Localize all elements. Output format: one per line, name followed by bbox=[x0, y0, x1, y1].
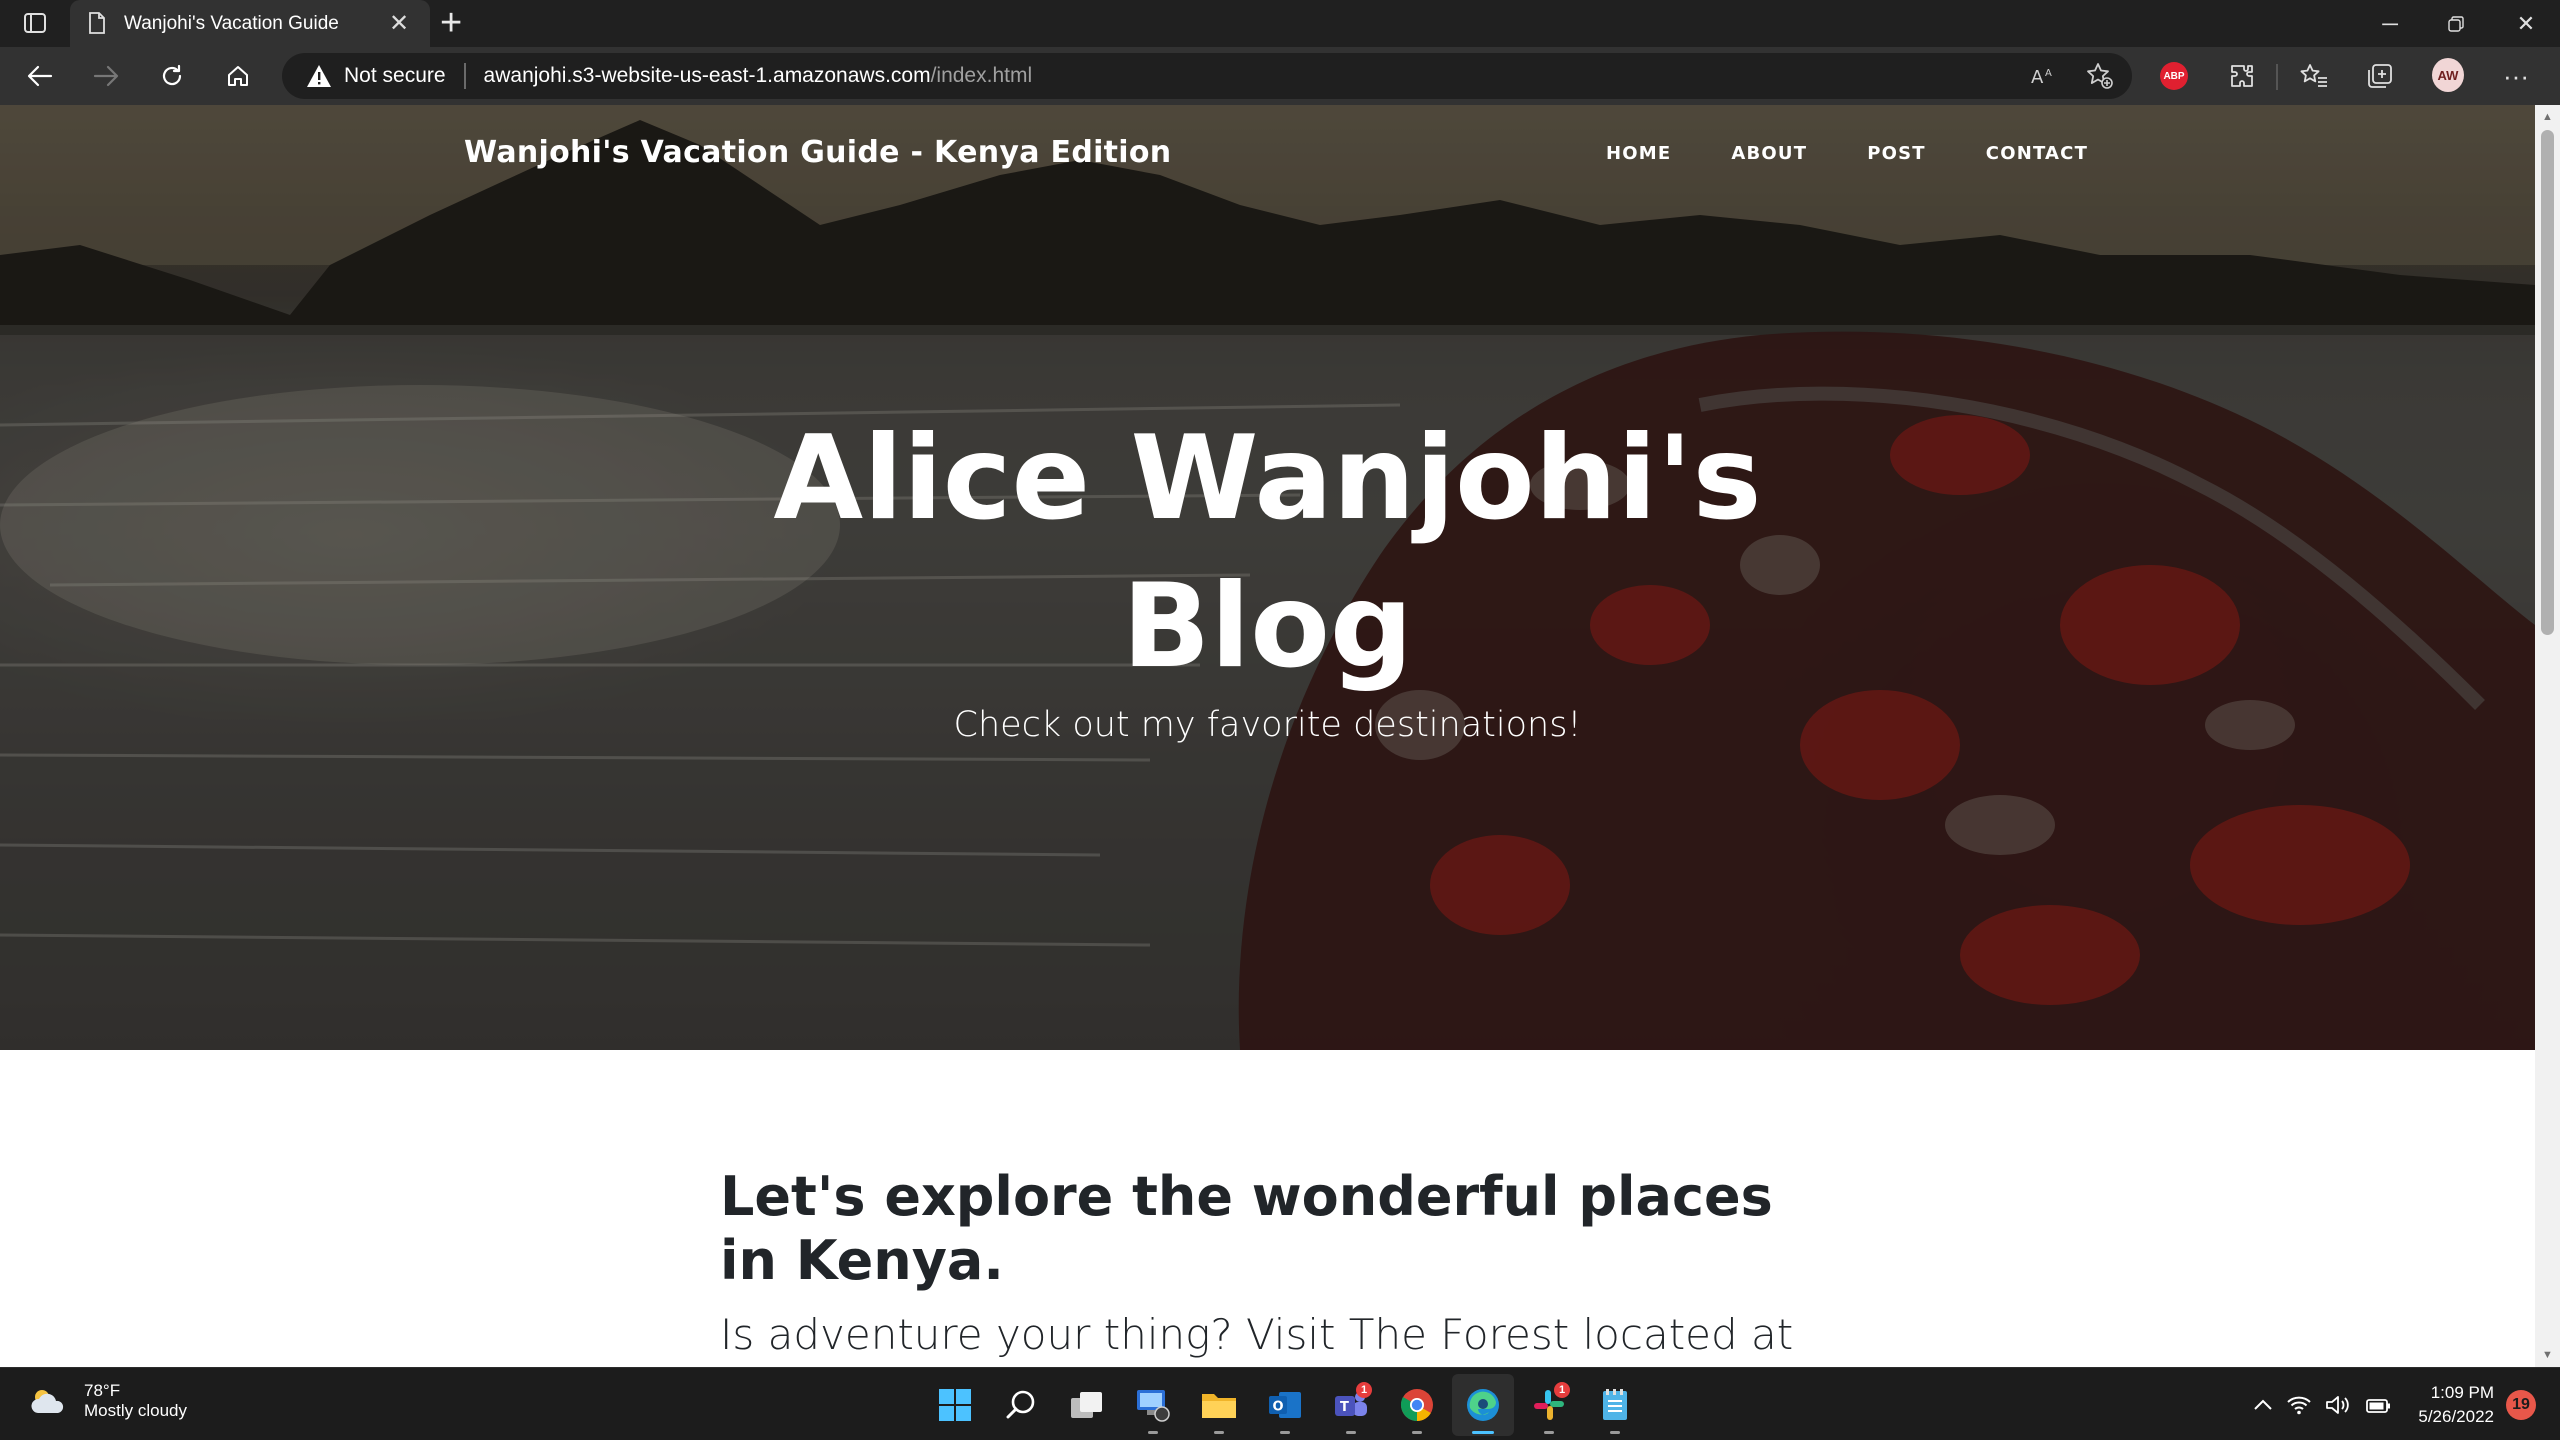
windows-taskbar: 78°F Mostly cloudy O T 1 1 1:09 PM 5/26/… bbox=[0, 1367, 2560, 1440]
tab-title: Wanjohi's Vacation Guide bbox=[124, 12, 339, 34]
post-heading[interactable]: Let's explore the wonderful places in Ke… bbox=[720, 1165, 1820, 1293]
collections-icon[interactable] bbox=[2364, 60, 2396, 92]
minimize-icon[interactable]: ─ bbox=[2360, 4, 2420, 44]
site-brand[interactable]: Wanjohi's Vacation Guide - Kenya Edition bbox=[464, 135, 1171, 170]
warning-icon[interactable] bbox=[306, 64, 332, 88]
volume-icon[interactable] bbox=[2325, 1395, 2351, 1415]
scroll-down-icon[interactable]: ▼ bbox=[2535, 1345, 2560, 1365]
chevron-up-icon[interactable] bbox=[2253, 1398, 2273, 1412]
nav-home[interactable]: HOME bbox=[1606, 143, 1671, 164]
svg-text:A: A bbox=[2045, 68, 2052, 79]
weather-desc: Mostly cloudy bbox=[84, 1401, 187, 1420]
profile-avatar[interactable]: AW bbox=[2432, 58, 2464, 92]
hero-title-line-2: Blog bbox=[1122, 559, 1413, 694]
browser-tab[interactable]: Wanjohi's Vacation Guide ✕ bbox=[70, 0, 430, 47]
add-favorite-icon[interactable] bbox=[2086, 62, 2114, 90]
chrome-icon[interactable] bbox=[1386, 1374, 1448, 1436]
favorites-icon[interactable] bbox=[2298, 60, 2330, 92]
edge-icon[interactable] bbox=[1452, 1373, 1514, 1436]
notification-count-badge[interactable]: 19 bbox=[2506, 1389, 2536, 1420]
system-tray: 1:09 PM 5/26/2022 19 bbox=[2246, 1368, 2536, 1441]
more-options-icon[interactable]: ··· bbox=[2500, 60, 2532, 92]
nav-about[interactable]: ABOUT bbox=[1731, 143, 1807, 164]
clock[interactable]: 1:09 PM 5/26/2022 bbox=[2418, 1381, 2494, 1429]
scrollbar-thumb[interactable] bbox=[2541, 130, 2554, 635]
battery-icon[interactable] bbox=[2365, 1395, 2393, 1415]
post-text: Is adventure your thing? Visit The Fores… bbox=[720, 1310, 1794, 1359]
url-host: awanjohi.s3-website-us-east-1.amazonaws.… bbox=[483, 64, 931, 87]
address-separator bbox=[463, 63, 466, 89]
hero-title-line-1: Alice Wanjohi's bbox=[773, 411, 1762, 546]
nav-post[interactable]: POST bbox=[1867, 143, 1926, 164]
back-icon[interactable] bbox=[20, 56, 60, 96]
adblock-plus-icon[interactable]: ABP bbox=[2158, 60, 2190, 92]
browser-tab-bar: Wanjohi's Vacation Guide ✕ + ─ ✕ bbox=[0, 0, 2560, 47]
page-favicon-icon bbox=[88, 11, 108, 36]
search-icon[interactable] bbox=[990, 1374, 1052, 1436]
toolbar-divider bbox=[2276, 64, 2278, 90]
scroll-up-icon[interactable]: ▲ bbox=[2535, 107, 2560, 127]
cloudy-weather-icon bbox=[28, 1385, 68, 1417]
weather-temp: 78°F bbox=[84, 1381, 121, 1400]
remote-desktop-icon[interactable] bbox=[1122, 1374, 1184, 1436]
read-aloud-icon[interactable]: AA bbox=[2030, 62, 2058, 90]
slack-icon[interactable]: 1 bbox=[1518, 1374, 1580, 1436]
new-tab-icon[interactable]: + bbox=[440, 4, 462, 42]
nav-contact[interactable]: CONTACT bbox=[1986, 143, 2088, 164]
hero-subtitle: Check out my favorite destinations! bbox=[953, 705, 1582, 745]
teams-icon[interactable]: T 1 bbox=[1320, 1374, 1382, 1436]
restore-icon[interactable] bbox=[2426, 4, 2486, 44]
refresh-icon[interactable] bbox=[152, 56, 192, 96]
weather-widget[interactable]: 78°F Mostly cloudy bbox=[28, 1381, 187, 1421]
tab-actions-icon[interactable] bbox=[22, 11, 48, 35]
address-bar[interactable]: Not secure awanjohi.s3-website-us-east-1… bbox=[282, 53, 2132, 99]
home-icon[interactable] bbox=[218, 56, 258, 96]
browser-toolbar: Not secure awanjohi.s3-website-us-east-1… bbox=[0, 47, 2560, 105]
site-nav: HOME ABOUT POST CONTACT bbox=[1606, 143, 2088, 164]
page-scrollbar[interactable]: ▲ ▼ bbox=[2535, 105, 2560, 1367]
url-path: /index.html bbox=[930, 64, 1033, 87]
page-viewport: Wanjohi's Vacation Guide - Kenya Edition… bbox=[0, 105, 2535, 1367]
task-view-icon[interactable] bbox=[1056, 1374, 1118, 1436]
clock-date: 5/26/2022 bbox=[2418, 1406, 2494, 1426]
svg-text:A: A bbox=[2031, 67, 2044, 87]
windows-start-icon[interactable] bbox=[924, 1374, 986, 1436]
outlook-icon[interactable]: O bbox=[1254, 1374, 1316, 1436]
security-label[interactable]: Not secure bbox=[344, 64, 446, 88]
hero-title: Alice Wanjohi's Blog bbox=[0, 405, 2535, 701]
forward-icon[interactable] bbox=[86, 56, 126, 96]
svg-text:O: O bbox=[1273, 1399, 1284, 1414]
close-window-icon[interactable]: ✕ bbox=[2496, 4, 2556, 44]
hero-section: Wanjohi's Vacation Guide - Kenya Edition… bbox=[0, 105, 2535, 1050]
teams-badge: 1 bbox=[1356, 1381, 1372, 1398]
extensions-icon[interactable] bbox=[2226, 60, 2258, 92]
wifi-icon[interactable] bbox=[2287, 1395, 2312, 1415]
taskbar-apps: O T 1 1 bbox=[922, 1368, 1648, 1441]
slack-badge: 1 bbox=[1554, 1381, 1570, 1398]
folder-icon[interactable] bbox=[1188, 1374, 1250, 1436]
close-tab-icon[interactable]: ✕ bbox=[386, 11, 412, 36]
notepad-icon[interactable] bbox=[1584, 1374, 1646, 1436]
clock-time: 1:09 PM bbox=[2430, 1382, 2494, 1402]
svg-text:T: T bbox=[1340, 1400, 1349, 1415]
